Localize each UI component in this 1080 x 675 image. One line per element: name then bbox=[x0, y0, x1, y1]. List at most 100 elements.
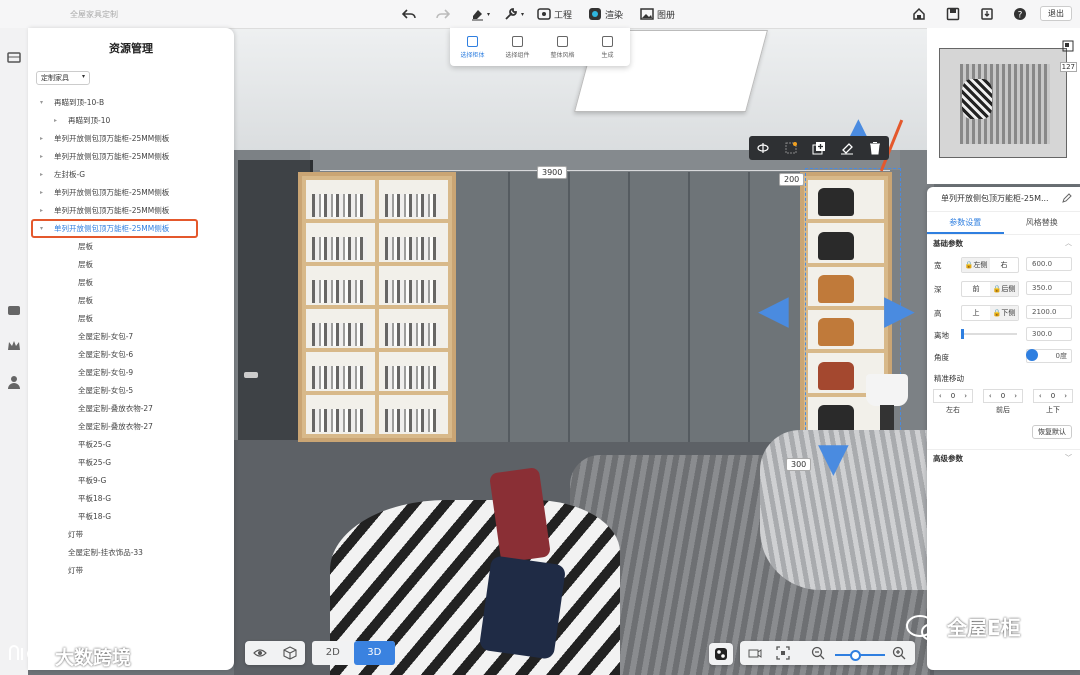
tree-item[interactable]: ▸ 单列开放侧包顶万能柜-25MM侧板 bbox=[28, 184, 234, 202]
camera-icon[interactable] bbox=[748, 646, 762, 660]
zoom-out-icon[interactable] bbox=[811, 646, 825, 660]
tree-item[interactable]: 全屋定制-女包-6 bbox=[28, 346, 234, 364]
fit-view-icon[interactable] bbox=[776, 646, 790, 660]
move-down-arrow-icon[interactable]: ▼ bbox=[818, 438, 849, 478]
width-anchor-right[interactable]: 右 bbox=[990, 258, 1018, 272]
width-anchor-left[interactable]: 🔒左侧 bbox=[962, 258, 990, 272]
depth-anchor-toggle[interactable]: 前 🔒后侧 bbox=[961, 281, 1019, 297]
move-fb-stepper[interactable]: ‹ 0 › bbox=[983, 389, 1023, 403]
reset-default-button[interactable]: 恢复默认 bbox=[1032, 425, 1072, 439]
depth-anchor-front[interactable]: 前 bbox=[962, 282, 990, 296]
chevron-right-icon[interactable]: ▸ bbox=[40, 166, 43, 184]
chevron-right-icon[interactable]: ▸ bbox=[54, 112, 57, 130]
ground-input[interactable]: 300.0 bbox=[1026, 327, 1072, 341]
move-left-arrow-icon[interactable]: ◀ bbox=[758, 290, 789, 330]
cube-icon[interactable] bbox=[283, 646, 297, 660]
help-button[interactable]: ? bbox=[1013, 5, 1027, 23]
tree-item[interactable]: ▾ 再瞄到顶-10-B bbox=[28, 94, 234, 112]
exit-button[interactable]: 退出 bbox=[1040, 6, 1072, 21]
height-anchor-top[interactable]: 上 bbox=[962, 306, 990, 320]
view-2d-button[interactable]: 2D bbox=[312, 641, 354, 665]
wardrobe-panel[interactable] bbox=[450, 172, 510, 442]
wardrobe-panel[interactable] bbox=[690, 172, 750, 442]
tree-item[interactable]: 层板 bbox=[28, 274, 234, 292]
height-anchor-bottom[interactable]: 🔒下侧 bbox=[990, 306, 1018, 320]
height-anchor-toggle[interactable]: 上 🔒下侧 bbox=[961, 305, 1019, 321]
tree-item[interactable]: 灯带 bbox=[28, 562, 234, 580]
move-ud-stepper[interactable]: ‹ 0 › bbox=[1033, 389, 1073, 403]
user-icon[interactable] bbox=[6, 374, 22, 390]
wardrobe-panel[interactable] bbox=[510, 172, 570, 442]
chevron-down-icon[interactable]: ﹀ bbox=[1065, 453, 1072, 463]
increment-icon[interactable]: › bbox=[1059, 390, 1072, 402]
tree-item[interactable]: 层板 bbox=[28, 292, 234, 310]
zoom-in-icon[interactable] bbox=[892, 646, 906, 660]
tree-item[interactable]: 平板18-G bbox=[28, 508, 234, 526]
generate-tool[interactable]: 生成 bbox=[585, 28, 630, 66]
select-cabinet-tool[interactable]: 选择柜体 bbox=[450, 28, 495, 66]
tree-item[interactable]: 平板9-G bbox=[28, 472, 234, 490]
wardrobe-panel[interactable] bbox=[570, 172, 630, 442]
gallery-button[interactable]: 图册 bbox=[640, 5, 675, 23]
tree-item[interactable]: 层板 bbox=[28, 310, 234, 328]
tree-item[interactable]: 灯带 bbox=[28, 526, 234, 544]
delete-icon[interactable] bbox=[868, 141, 882, 155]
basic-params-header[interactable]: 基础参数 bbox=[933, 238, 963, 249]
tree-item[interactable]: ▸ 左封板-G bbox=[28, 166, 234, 184]
depth-input[interactable]: 350.0 bbox=[1026, 281, 1072, 295]
depth-anchor-back[interactable]: 🔒后侧 bbox=[990, 282, 1018, 296]
decrement-icon[interactable]: ‹ bbox=[1034, 390, 1047, 402]
furniture-icon[interactable] bbox=[6, 302, 22, 318]
decrement-icon[interactable]: ‹ bbox=[934, 390, 947, 402]
width-input[interactable]: 600.0 bbox=[1026, 257, 1072, 271]
overall-style-tool[interactable]: 整体风格 bbox=[540, 28, 585, 66]
wrench-button[interactable]: ▾ bbox=[504, 5, 524, 23]
edit-icon[interactable] bbox=[1062, 193, 1072, 203]
stepper-value[interactable]: 0 bbox=[947, 390, 960, 402]
select-component-tool[interactable]: 选择组件 bbox=[495, 28, 540, 66]
decrement-icon[interactable]: ‹ bbox=[984, 390, 997, 402]
material-brush-icon[interactable] bbox=[840, 141, 854, 155]
tree-item[interactable]: 平板18-G bbox=[28, 490, 234, 508]
chevron-up-icon[interactable]: ︿ bbox=[1065, 238, 1072, 248]
tree-item[interactable]: 全屋定制-叠放衣物-27 bbox=[28, 418, 234, 436]
width-anchor-toggle[interactable]: 🔒左侧 右 bbox=[961, 257, 1019, 273]
tree-item[interactable]: 全屋定制-女包-7 bbox=[28, 328, 234, 346]
minimap-toggle-icon[interactable] bbox=[1062, 40, 1074, 52]
tree-item[interactable]: 层板 bbox=[28, 238, 234, 256]
engineering-button[interactable]: 工程 bbox=[537, 5, 572, 23]
minimap[interactable]: 127 bbox=[927, 28, 1080, 184]
slider-thumb[interactable] bbox=[961, 329, 964, 339]
tree-item[interactable]: 全屋定制-女包-9 bbox=[28, 364, 234, 382]
move-lr-stepper[interactable]: ‹ 0 › bbox=[933, 389, 973, 403]
copy-icon[interactable] bbox=[812, 141, 826, 155]
increment-icon[interactable]: › bbox=[959, 390, 972, 402]
tree-item[interactable]: 全屋定制-挂衣饰品-33 bbox=[28, 544, 234, 562]
stepper-value[interactable]: 0 bbox=[1047, 390, 1060, 402]
home-button[interactable] bbox=[912, 5, 926, 23]
crown-icon[interactable] bbox=[6, 338, 22, 354]
view-3d-button[interactable]: 3D bbox=[353, 641, 395, 665]
move-right-arrow-icon[interactable]: ▶ bbox=[884, 290, 915, 330]
mirror-icon[interactable] bbox=[784, 141, 798, 155]
tree-item[interactable]: ▸ 单列开放侧包顶万能柜-25MM侧板 bbox=[28, 148, 234, 166]
bookshelf-left[interactable] bbox=[298, 172, 456, 442]
tab-style-replace[interactable]: 风格替换 bbox=[1004, 212, 1080, 234]
tree-item[interactable]: 平板25-G bbox=[28, 436, 234, 454]
tree-item[interactable]: 全屋定制-女包-5 bbox=[28, 382, 234, 400]
increment-icon[interactable]: › bbox=[1009, 390, 1022, 402]
tree-item[interactable]: 全屋定制-叠放衣物-27 bbox=[28, 400, 234, 418]
height-input[interactable]: 2100.0 bbox=[1026, 305, 1072, 319]
chevron-down-icon[interactable]: ▾ bbox=[40, 94, 43, 112]
stepper-value[interactable]: 0 bbox=[997, 390, 1010, 402]
chevron-right-icon[interactable]: ▸ bbox=[40, 130, 43, 148]
save-button[interactable] bbox=[946, 5, 960, 23]
render-button[interactable]: 渲染 bbox=[588, 5, 623, 23]
wardrobe-doors[interactable] bbox=[450, 172, 810, 442]
export-button[interactable] bbox=[980, 5, 994, 23]
tree-item[interactable]: ▸ 再瞄到顶-10 bbox=[28, 112, 234, 130]
wardrobe-panel[interactable] bbox=[630, 172, 690, 442]
ground-slider[interactable] bbox=[961, 329, 1017, 339]
tree-item[interactable]: 平板25-G bbox=[28, 454, 234, 472]
angle-dial-icon[interactable] bbox=[1026, 349, 1038, 361]
